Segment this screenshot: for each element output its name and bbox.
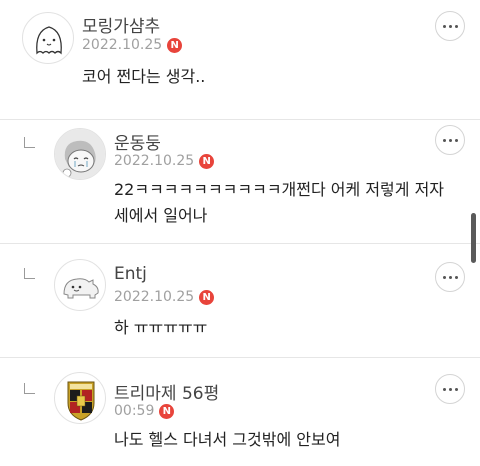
reply-comment-item: 운동둥 2022.10.25 N 22ㅋㅋㅋㅋㅋㅋㅋㅋㅋㅋ개쩐다 어케 저렇게 저… <box>0 120 480 243</box>
reply-arrow-icon <box>24 137 35 148</box>
avatar[interactable] <box>54 259 106 311</box>
comment-author[interactable]: 트리마제 56평 <box>114 379 219 404</box>
comment-text-line: 하 ㅠㅠㅠㅠㅠ <box>114 318 208 337</box>
comment-date-text: 2022.10.25 <box>114 153 195 169</box>
comment-text-line: 세에서 일어나 <box>114 206 208 225</box>
comment-date-text: 00:59 <box>114 403 155 419</box>
reply-arrow-icon <box>24 268 35 279</box>
comment-text: 나도 헬스 다녀서 그것밖에 안보여 <box>114 427 340 453</box>
comment-text: 코어 쩐다는 생각.. <box>82 64 205 90</box>
comment-date: 00:59 N <box>114 403 175 419</box>
dinosaur-avatar-icon <box>63 278 99 299</box>
comment-author[interactable]: 운동둥 <box>114 129 161 154</box>
reply-comment-item: Entj 2022.10.25 N 하 ㅠㅠㅠㅠㅠ <box>0 244 480 356</box>
comment-date-text: 2022.10.25 <box>114 289 195 305</box>
comment-date: 2022.10.25 N <box>114 153 215 169</box>
new-badge: N <box>199 290 215 305</box>
comment-text-line: 코어 쩐다는 생각.. <box>82 67 206 86</box>
new-badge: N <box>159 404 175 419</box>
crying-face-avatar-icon <box>55 129 105 179</box>
avatar[interactable] <box>22 12 74 64</box>
avatar[interactable] <box>54 372 106 424</box>
comment-date-text: 2022.10.25 <box>82 37 163 53</box>
reply-arrow-icon <box>24 383 35 394</box>
more-options-button[interactable] <box>435 262 465 292</box>
comment-author[interactable]: 모링가샴추 <box>82 12 160 37</box>
new-badge: N <box>167 38 183 53</box>
comment-date: 2022.10.25 N <box>114 289 215 305</box>
comment-text-line: 나도 헬스 다녀서 그것밖에 안보여 <box>114 430 341 449</box>
ghost-avatar-icon <box>36 26 62 55</box>
more-options-button[interactable] <box>435 374 465 404</box>
new-badge: N <box>199 154 215 169</box>
comment-text: 하 ㅠㅠㅠㅠㅠ <box>114 315 207 341</box>
porsche-crest-avatar-icon <box>67 381 95 421</box>
reply-comment-item: 트리마제 56평 00:59 N 나도 헬스 다녀서 그것밖에 안보여 <box>0 358 480 466</box>
more-options-button[interactable] <box>435 125 465 155</box>
scrollbar[interactable] <box>471 213 476 263</box>
comment-author[interactable]: Entj <box>114 264 147 284</box>
avatar[interactable] <box>54 128 106 180</box>
comment-text-line: 22ㅋㅋㅋㅋㅋㅋㅋㅋㅋㅋ개쩐다 어케 저렇게 저자 <box>114 180 445 199</box>
comment-item: 모링가샴추 2022.10.25 N 코어 쩐다는 생각.. <box>0 0 480 120</box>
comment-text: 22ㅋㅋㅋㅋㅋㅋㅋㅋㅋㅋ개쩐다 어케 저렇게 저자 세에서 일어나 <box>114 177 444 229</box>
comment-date: 2022.10.25 N <box>82 37 183 53</box>
more-options-button[interactable] <box>435 11 465 41</box>
